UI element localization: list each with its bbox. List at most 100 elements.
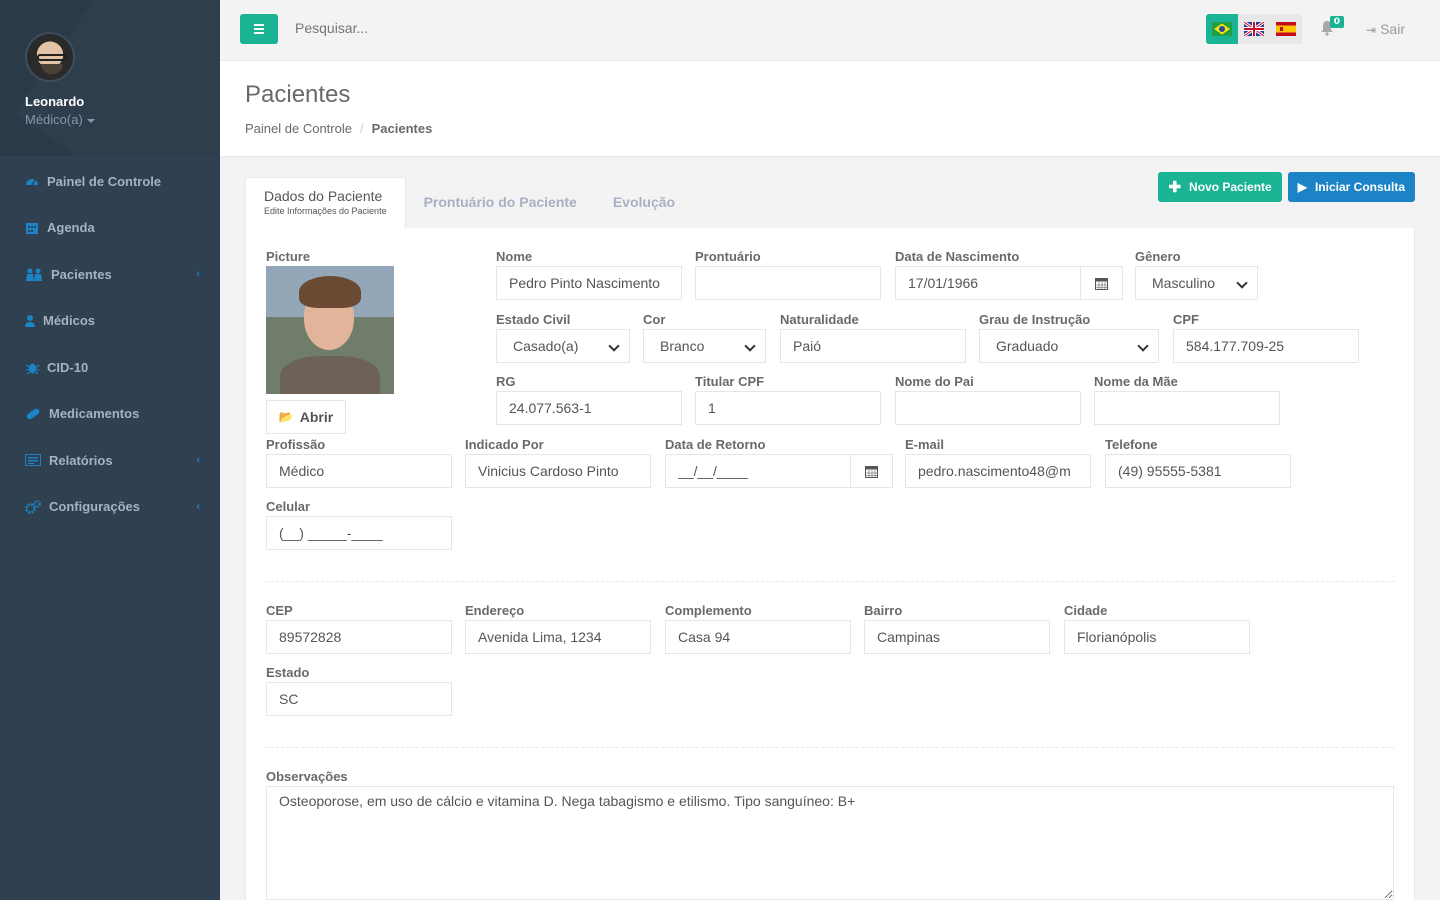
prontuario-field: Prontuário xyxy=(695,249,881,300)
nascimento-field: Data de Nascimento xyxy=(895,249,1123,300)
cidade-label: Cidade xyxy=(1064,603,1108,618)
cep-input[interactable] xyxy=(266,620,452,654)
tab-evolucao[interactable]: Evolução xyxy=(595,177,693,229)
estado-civil-field: Estado Civil Casado(a) xyxy=(496,312,630,363)
user-name: Leonardo xyxy=(25,94,85,109)
nome-pai-field: Nome do Pai xyxy=(895,374,1081,425)
profissao-input[interactable] xyxy=(266,454,452,488)
calendar-icon[interactable] xyxy=(851,454,893,488)
breadcrumb-link-painel[interactable]: Painel de Controle xyxy=(245,121,352,136)
breadcrumb-separator: / xyxy=(359,121,364,136)
dashboard-icon xyxy=(25,174,39,188)
patient-photo xyxy=(266,266,394,394)
folder-open-icon: 📂 xyxy=(278,410,294,424)
report-icon xyxy=(25,453,41,467)
nome-label: Nome xyxy=(496,249,533,264)
tab-sublabel: Edite Informações do Paciente xyxy=(264,206,387,216)
bug-icon xyxy=(25,360,39,374)
cpf-field: CPF xyxy=(1173,312,1359,363)
celular-field: Celular xyxy=(266,499,452,550)
email-input[interactable] xyxy=(905,454,1091,488)
sidebar-item-label: Agenda xyxy=(47,220,95,236)
celular-input[interactable] xyxy=(266,516,452,550)
titular-cpf-label: Titular CPF xyxy=(695,374,765,389)
tab-prontuario[interactable]: Prontuário do Paciente xyxy=(406,177,595,229)
instrucao-field: Grau de Instrução Graduado xyxy=(979,312,1159,363)
sidebar-item-label: Médicos xyxy=(43,313,96,329)
prontuario-label: Prontuário xyxy=(695,249,761,264)
new-patient-button[interactable]: ✚ Novo Paciente xyxy=(1158,172,1282,202)
nascimento-input[interactable] xyxy=(895,266,1081,300)
tab-dados-paciente[interactable]: Dados do Paciente Edite Informações do P… xyxy=(245,177,406,229)
indicado-input[interactable] xyxy=(465,454,651,488)
naturalidade-input[interactable] xyxy=(780,329,966,363)
cor-field: Cor Branco xyxy=(643,312,766,363)
nome-pai-input[interactable] xyxy=(895,391,1081,425)
prontuario-input[interactable] xyxy=(695,266,881,300)
action-buttons: ✚ Novo Paciente ▶ Iniciar Consulta xyxy=(1158,172,1415,202)
sidebar-item-relatorios[interactable]: Relatórios ‹ xyxy=(0,437,220,484)
sidebar-item-medicos[interactable]: Médicos xyxy=(0,298,220,345)
estado-civil-select[interactable]: Casado(a) xyxy=(496,329,630,363)
sidebar-item-cid10[interactable]: CID-10 xyxy=(0,344,220,391)
play-icon: ▶ xyxy=(1297,180,1307,194)
user-role-label: Médico(a) xyxy=(25,112,83,127)
nome-input[interactable] xyxy=(496,266,682,300)
titular-cpf-input[interactable] xyxy=(695,391,881,425)
cidade-input[interactable] xyxy=(1064,620,1250,654)
bairro-label: Bairro xyxy=(864,603,903,618)
user-role-dropdown[interactable]: Médico(a) xyxy=(25,112,220,127)
calendar-icon xyxy=(25,221,39,235)
patient-form-panel: Picture 📂 Abrir Nome Prontuário Data de N… xyxy=(245,228,1415,900)
sidebar-item-medicamentos[interactable]: Medicamentos xyxy=(0,391,220,438)
endereco-input[interactable] xyxy=(465,620,651,654)
observacoes-textarea[interactable]: Osteoporose, em uso de cálcio e vitamina… xyxy=(266,786,1394,900)
start-consult-button[interactable]: ▶ Iniciar Consulta xyxy=(1287,172,1415,202)
user-icon xyxy=(25,314,35,328)
bairro-input[interactable] xyxy=(864,620,1050,654)
titular-cpf-field: Titular CPF xyxy=(695,374,881,425)
breadcrumb-current: Pacientes xyxy=(371,121,433,136)
bairro-field: Bairro xyxy=(864,603,1050,654)
rg-input[interactable] xyxy=(496,391,682,425)
genero-field: Gênero Masculino xyxy=(1135,249,1258,300)
nome-mae-field: Nome da Mãe xyxy=(1094,374,1280,425)
estado-label: Estado xyxy=(266,665,310,680)
complemento-input[interactable] xyxy=(665,620,851,654)
sidebar-item-agenda[interactable]: Agenda xyxy=(0,205,220,252)
sidebar-item-pacientes[interactable]: Pacientes ‹ xyxy=(0,251,220,298)
open-photo-button[interactable]: 📂 Abrir xyxy=(266,400,346,434)
telefone-input[interactable] xyxy=(1105,454,1291,488)
menu-toggle-button[interactable] xyxy=(240,14,278,44)
endereco-label: Endereço xyxy=(465,603,525,618)
retorno-input[interactable] xyxy=(665,454,851,488)
start-consult-label: Iniciar Consulta xyxy=(1314,180,1405,194)
nascimento-label: Data de Nascimento xyxy=(895,249,1020,264)
tab-bar: Dados do Paciente Edite Informações do P… xyxy=(245,177,693,229)
retorno-label: Data de Retorno xyxy=(665,437,766,452)
complemento-label: Complemento xyxy=(665,603,752,618)
complemento-field: Complemento xyxy=(665,603,851,654)
genero-select[interactable]: Masculino xyxy=(1135,266,1258,300)
cor-select[interactable]: Branco xyxy=(643,329,766,363)
sidebar-item-label: Painel de Controle xyxy=(47,173,162,189)
email-label: E-mail xyxy=(905,437,945,452)
sidebar-item-painel[interactable]: Painel de Controle xyxy=(0,158,220,205)
nome-mae-input[interactable] xyxy=(1094,391,1280,425)
cpf-input[interactable] xyxy=(1173,329,1359,363)
avatar[interactable] xyxy=(25,32,75,82)
logout-link[interactable]: ⇥ Sair xyxy=(1366,21,1405,37)
cep-field: CEP xyxy=(266,603,452,654)
notification-count-badge: 0 xyxy=(1329,16,1344,28)
rg-field: RG xyxy=(496,374,682,425)
estado-input[interactable] xyxy=(266,682,452,716)
flag-uk-icon[interactable] xyxy=(1238,14,1270,44)
chevron-left-icon: ‹ xyxy=(196,500,200,513)
search-input[interactable] xyxy=(295,20,595,36)
calendar-icon[interactable] xyxy=(1081,266,1123,300)
sidebar-item-configuracoes[interactable]: Configurações ‹ xyxy=(0,484,220,531)
instrucao-select[interactable]: Graduado xyxy=(979,329,1159,363)
flag-spain-icon[interactable] xyxy=(1270,14,1302,44)
flag-brazil-icon[interactable] xyxy=(1206,14,1238,44)
naturalidade-field: Naturalidade xyxy=(780,312,966,363)
